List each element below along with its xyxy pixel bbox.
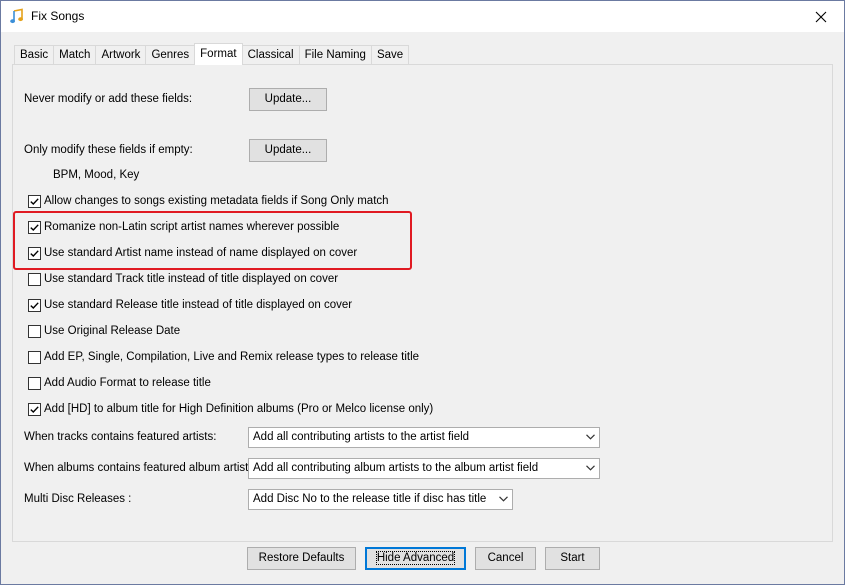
checkbox-allow-song-only-changes[interactable]: Allow changes to songs existing metadata… xyxy=(28,193,389,209)
checkbox-label: Allow changes to songs existing metadata… xyxy=(44,195,389,207)
checkbox-label: Add [HD] to album title for High Definit… xyxy=(44,403,434,415)
close-button[interactable] xyxy=(798,1,844,32)
only-modify-fields-text: BPM, Mood, Key xyxy=(53,169,140,181)
select-value: Add all contributing album artists to th… xyxy=(253,462,539,474)
chevron-down-icon xyxy=(586,465,595,471)
checkbox-romanize-artist-names[interactable]: Romanize non-Latin script artist names w… xyxy=(28,219,339,235)
checkbox-box[interactable] xyxy=(28,376,41,390)
multi-disc-select[interactable]: Add Disc No to the release title if disc… xyxy=(248,489,513,510)
checkbox-original-release-date[interactable]: Use Original Release Date xyxy=(28,323,180,339)
tab-genres[interactable]: Genres xyxy=(145,45,196,65)
checkbox-box[interactable] xyxy=(28,272,41,286)
tab-match[interactable]: Match xyxy=(53,45,97,65)
checkmark-icon xyxy=(30,301,39,309)
featured-album-artists-select[interactable]: Add all contributing album artists to th… xyxy=(248,458,600,479)
checkmark-icon xyxy=(30,197,39,205)
checkbox-box[interactable] xyxy=(28,298,41,312)
checkbox-box[interactable] xyxy=(28,220,41,234)
hide-advanced-label: Hide Advanced xyxy=(375,551,456,565)
checkmark-icon xyxy=(30,405,39,413)
cancel-button[interactable]: Cancel xyxy=(475,547,536,570)
only-modify-update-button[interactable]: Update... xyxy=(249,139,327,162)
never-modify-label: Never modify or add these fields: xyxy=(24,93,193,105)
never-modify-update-button[interactable]: Update... xyxy=(249,88,327,111)
chevron-down-icon xyxy=(586,434,595,440)
checkmark-icon xyxy=(30,223,39,231)
checkbox-box[interactable] xyxy=(28,402,41,416)
checkbox-label: Romanize non-Latin script artist names w… xyxy=(44,221,340,233)
close-icon xyxy=(815,11,827,22)
checkmark-icon xyxy=(30,249,39,257)
checkbox-add-audio-format[interactable]: Add Audio Format to release title xyxy=(28,375,211,391)
checkbox-standard-release-title[interactable]: Use standard Release title instead of ti… xyxy=(28,297,352,313)
fix-songs-window: Fix Songs Basic Match Artwork Genres For… xyxy=(0,0,845,585)
tab-classical[interactable]: Classical xyxy=(241,45,300,65)
checkbox-label: Use standard Artist name instead of name… xyxy=(44,247,358,259)
featured-artists-label: When tracks contains featured artists: xyxy=(24,431,217,443)
checkbox-box[interactable] xyxy=(28,324,41,338)
music-note-icon xyxy=(9,8,25,24)
checkbox-standard-artist-name[interactable]: Use standard Artist name instead of name… xyxy=(28,245,357,261)
checkbox-box[interactable] xyxy=(28,246,41,260)
select-value: Add all contributing artists to the arti… xyxy=(253,431,470,443)
select-value: Add Disc No to the release title if disc… xyxy=(253,493,487,505)
checkbox-standard-track-title[interactable]: Use standard Track title instead of titl… xyxy=(28,271,338,287)
chevron-down-icon xyxy=(499,496,508,502)
checkbox-label: Add EP, Single, Compilation, Live and Re… xyxy=(44,351,420,363)
title-bar[interactable]: Fix Songs xyxy=(1,1,844,32)
multi-disc-label: Multi Disc Releases : xyxy=(24,493,132,505)
start-button[interactable]: Start xyxy=(545,547,600,570)
checkbox-label: Use Original Release Date xyxy=(44,325,181,337)
tab-strip: Basic Match Artwork Genres Format Classi… xyxy=(14,43,410,65)
restore-defaults-button[interactable]: Restore Defaults xyxy=(247,547,356,570)
tab-save[interactable]: Save xyxy=(370,45,410,65)
window-title: Fix Songs xyxy=(31,9,85,23)
checkbox-add-release-types[interactable]: Add EP, Single, Compilation, Live and Re… xyxy=(28,349,419,365)
tab-basic[interactable]: Basic xyxy=(14,45,55,65)
hide-advanced-button[interactable]: Hide Advanced xyxy=(365,547,466,570)
checkbox-label: Use standard Track title instead of titl… xyxy=(44,273,339,285)
format-panel: Never modify or add these fields: Update… xyxy=(12,64,833,542)
featured-album-artists-label: When albums contains featured album arti… xyxy=(24,462,258,474)
featured-artists-select[interactable]: Add all contributing artists to the arti… xyxy=(248,427,600,448)
checkbox-label: Use standard Release title instead of ti… xyxy=(44,299,353,311)
checkbox-box[interactable] xyxy=(28,350,41,364)
checkbox-label: Add Audio Format to release title xyxy=(44,377,211,389)
tab-artwork[interactable]: Artwork xyxy=(95,45,147,65)
tab-file-naming[interactable]: File Naming xyxy=(298,45,372,65)
checkbox-box[interactable] xyxy=(28,194,41,208)
checkbox-add-hd-tag[interactable]: Add [HD] to album title for High Definit… xyxy=(28,401,433,417)
only-modify-label: Only modify these fields if empty: xyxy=(24,144,193,156)
tab-format[interactable]: Format xyxy=(194,43,243,65)
